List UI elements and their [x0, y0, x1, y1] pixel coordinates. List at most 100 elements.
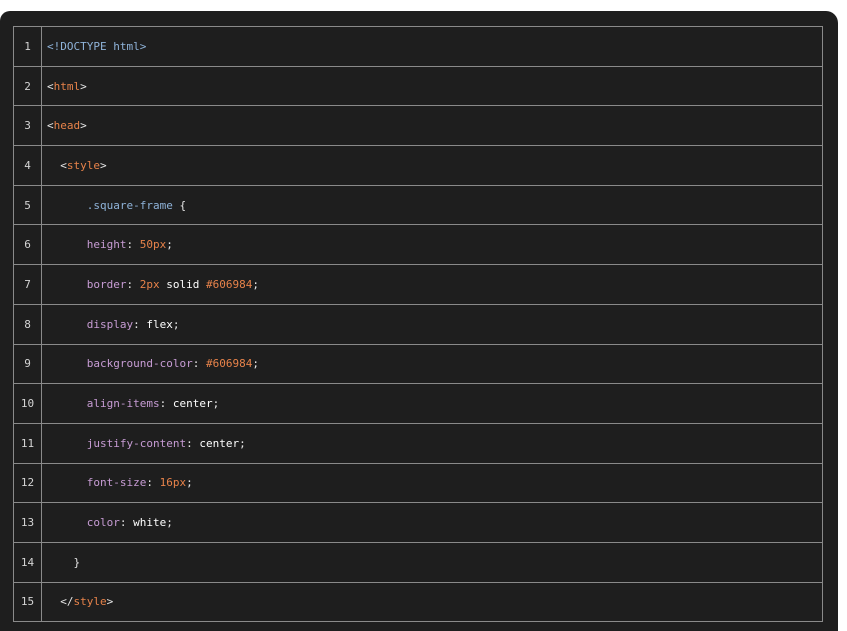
code-text[interactable]: </style> — [41, 581, 823, 623]
code-token-sel: .square-frame — [86, 198, 173, 212]
line-number: 14 — [13, 541, 42, 583]
code-token-punct: > — [80, 119, 87, 133]
code-token-val: white — [133, 516, 167, 530]
code-token-doctype: <!DOCTYPE html> — [47, 39, 147, 53]
code-token-punct: ; — [172, 317, 180, 331]
code-token-punct: > — [80, 79, 87, 93]
code-table: 1 <!DOCTYPE html> 2 <html> 3 <head> 4 <style> 5… — [13, 26, 823, 623]
code-token-val: solid — [159, 277, 206, 291]
code-line: 12 font-size: 16px; — [13, 462, 823, 504]
code-token-num: #606984 — [205, 277, 253, 291]
line-number: 8 — [13, 303, 42, 345]
code-text[interactable]: color: white; — [41, 502, 823, 543]
code-token-punct: ; — [166, 516, 173, 530]
code-token-punct: : — [126, 277, 140, 291]
code-token-punct: > — [106, 595, 114, 609]
code-token-punct: < — [47, 79, 54, 93]
code-line: 8 display: flex; — [13, 303, 823, 345]
code-token-num: 50px — [139, 238, 167, 252]
code-token-punct: ; — [239, 436, 246, 450]
code-line: 6 height: 50px; — [13, 224, 823, 266]
code-token-punct: : — [192, 357, 206, 371]
line-number: 3 — [13, 105, 42, 147]
code-line: 5 .square-frame { — [13, 184, 823, 226]
code-text[interactable]: justify-content: center; — [41, 422, 823, 464]
line-number: 7 — [13, 264, 42, 305]
code-token-val: center — [172, 397, 213, 411]
code-text[interactable]: background-color: #606984; — [41, 343, 823, 385]
code-token-punct: : — [186, 436, 200, 450]
line-number: 6 — [13, 224, 42, 266]
code-token-val: flex — [146, 317, 173, 331]
code-text[interactable]: <style> — [41, 145, 823, 186]
code-text[interactable]: display: flex; — [41, 303, 823, 345]
code-token-punct: { — [172, 198, 187, 212]
code-line: 1 <!DOCTYPE html> — [13, 26, 823, 67]
line-number: 4 — [13, 145, 42, 186]
line-number: 10 — [13, 383, 42, 424]
code-token-prop: color — [86, 516, 120, 530]
code-token-val: center — [199, 436, 240, 450]
code-token-punct: : — [126, 238, 140, 252]
code-text[interactable]: <html> — [41, 65, 823, 107]
line-number: 2 — [13, 65, 42, 107]
code-text[interactable]: <head> — [41, 105, 823, 147]
line-number: 13 — [13, 502, 42, 543]
code-token-prop: display — [86, 317, 134, 331]
line-number: 11 — [13, 422, 42, 464]
code-token-punct: < — [47, 119, 54, 133]
code-token-punct: ; — [252, 277, 259, 291]
code-token-tag: head — [53, 119, 81, 133]
code-token-prop: justify-content — [86, 436, 187, 450]
code-token-tag: html — [53, 79, 81, 93]
code-token-punct: ; — [212, 397, 220, 411]
code-token-punct: ; — [166, 238, 173, 252]
code-text[interactable]: align-items: center; — [41, 383, 823, 424]
code-token-prop: border — [86, 277, 127, 291]
code-line: 9 background-color: #606984; — [13, 343, 823, 385]
code-text[interactable]: } — [41, 541, 823, 583]
code-line: 10 align-items: center; — [13, 383, 823, 424]
code-token-prop: align-items — [86, 397, 160, 411]
code-text[interactable]: height: 50px; — [41, 224, 823, 266]
code-token-punct: ; — [186, 476, 193, 490]
code-line: 4 <style> — [13, 145, 823, 186]
code-text[interactable]: border: 2px solid #606984; — [41, 264, 823, 305]
line-number: 1 — [13, 26, 42, 67]
code-line: 2 <html> — [13, 65, 823, 107]
code-token-punct: : — [119, 516, 134, 530]
code-token-tag: style — [66, 158, 100, 172]
code-line: 11 justify-content: center; — [13, 422, 823, 464]
code-line: 3 <head> — [13, 105, 823, 147]
code-token-punct: } — [73, 555, 81, 569]
code-token-punct: > — [100, 158, 107, 172]
code-panel: 1 <!DOCTYPE html> 2 <html> 3 <head> 4 <style> 5… — [0, 11, 838, 631]
code-token-tag: style — [73, 595, 107, 609]
code-line: 7 border: 2px solid #606984; — [13, 264, 823, 305]
code-token-num: 16px — [159, 476, 187, 490]
code-token-punct: < — [60, 158, 67, 172]
line-number: 9 — [13, 343, 42, 385]
code-token-prop: height — [86, 238, 127, 252]
code-line: 15 </style> — [13, 581, 823, 623]
code-text[interactable]: <!DOCTYPE html> — [41, 26, 823, 67]
code-text[interactable]: font-size: 16px; — [41, 462, 823, 504]
code-token-punct: : — [146, 476, 160, 490]
code-lines: 1 <!DOCTYPE html> 2 <html> 3 <head> 4 <style> 5… — [13, 26, 823, 623]
line-number: 5 — [13, 184, 42, 226]
line-number: 12 — [13, 462, 42, 504]
code-token-prop: font-size — [86, 476, 147, 490]
code-line: 14 } — [13, 541, 823, 583]
code-line: 13 color: white; — [13, 502, 823, 543]
code-text[interactable]: .square-frame { — [41, 184, 823, 226]
